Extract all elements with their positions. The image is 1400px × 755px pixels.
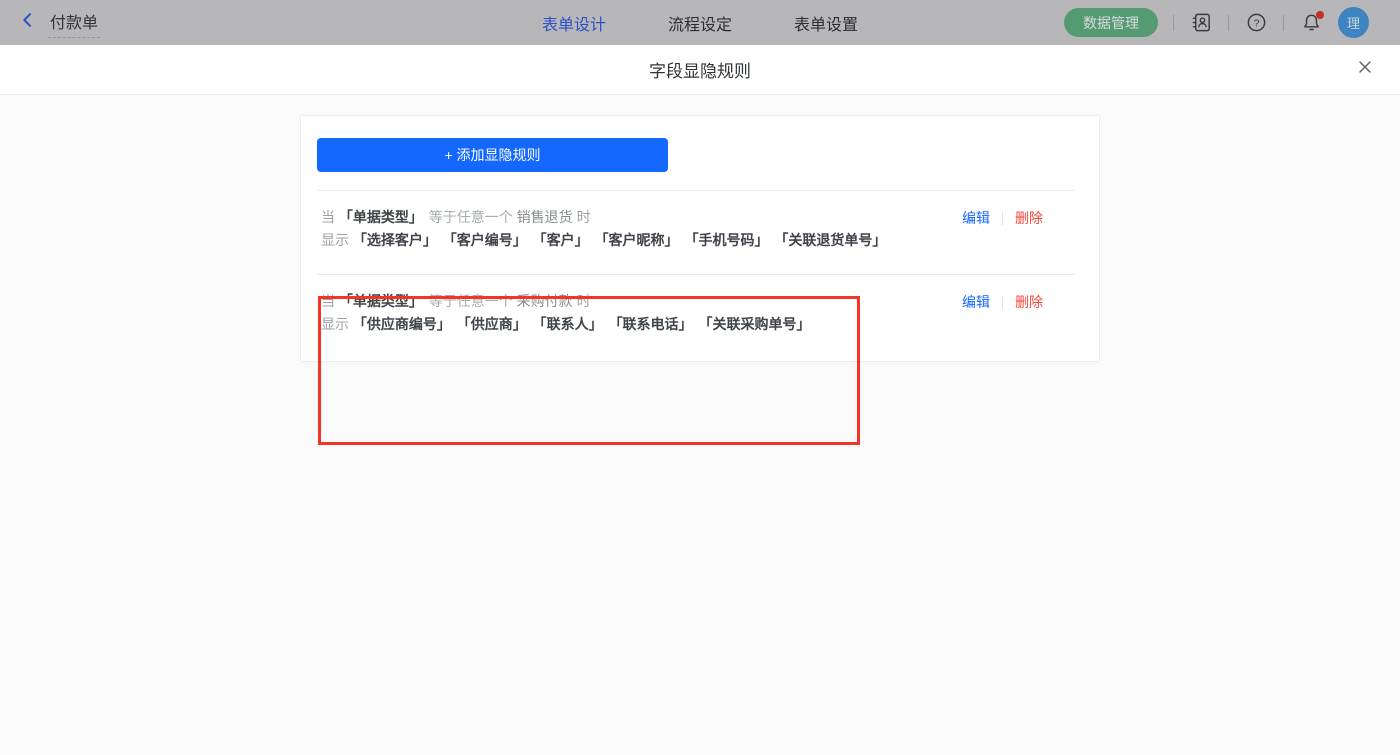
- rule-description: 当 「单据类型」 等于任意一个 采购付款 时 显示 「供应商编号」 「供应商」 …: [321, 290, 962, 336]
- show-prefix: 显示: [321, 316, 349, 332]
- shown-field: 「客户昵称」: [595, 232, 679, 248]
- when-prefix: 当: [321, 209, 335, 225]
- edit-rule-link[interactable]: 编辑: [962, 292, 990, 312]
- close-button[interactable]: [1352, 57, 1378, 83]
- show-prefix: 显示: [321, 232, 349, 248]
- rules-card: + 添加显隐规则 当 「单据类型」 等于任意一个 销售退货 时 显示 「选择客户…: [300, 115, 1100, 362]
- divider: [1002, 296, 1003, 309]
- shown-field: 「联系人」: [533, 316, 603, 332]
- address-book-icon: [1190, 11, 1213, 34]
- rule-actions: 编辑 删除: [962, 292, 1043, 312]
- close-icon: [1355, 57, 1375, 82]
- rule-show-line: 显示 「供应商编号」 「供应商」 「联系人」 「联系电话」 「关联采购单号」: [321, 313, 962, 336]
- modal-body: + 添加显隐规则 当 「单据类型」 等于任意一个 销售退货 时 显示 「选择客户…: [0, 95, 1400, 755]
- when-suffix: 时: [577, 209, 591, 225]
- shown-field: 「客户」: [533, 232, 589, 248]
- rule-row: 当 「单据类型」 等于任意一个 采购付款 时 显示 「供应商编号」 「供应商」 …: [301, 274, 1099, 362]
- rule-actions: 编辑 删除: [962, 208, 1043, 228]
- shown-field: 「关联退货单号」: [774, 232, 886, 248]
- question-circle-icon: ?: [1245, 11, 1268, 34]
- condition-value: 采购付款: [517, 293, 573, 309]
- operator: 等于任意一个: [429, 293, 513, 309]
- rule-condition-line: 当 「单据类型」 等于任意一个 销售退货 时: [321, 206, 962, 229]
- shown-field: 「选择客户」: [353, 232, 437, 248]
- add-rule-button[interactable]: + 添加显隐规则: [317, 138, 668, 172]
- divider: [1002, 212, 1003, 225]
- topbar: 付款单 表单设计 流程设定 表单设置 数据管理: [0, 0, 1400, 45]
- rule-show-line: 显示 「选择客户」 「客户编号」 「客户」 「客户昵称」 「手机号码」 「关联退…: [321, 229, 962, 252]
- condition-field: 「单据类型」: [339, 209, 423, 225]
- when-prefix: 当: [321, 293, 335, 309]
- help-button[interactable]: ?: [1244, 11, 1268, 35]
- when-suffix: 时: [577, 293, 591, 309]
- shown-field: 「供应商」: [457, 316, 527, 332]
- divider: [1283, 15, 1284, 31]
- topbar-right: 数据管理 ?: [1064, 7, 1400, 38]
- tab-form-settings[interactable]: 表单设置: [794, 11, 858, 35]
- operator: 等于任意一个: [429, 209, 513, 225]
- notifications-button[interactable]: [1299, 11, 1323, 35]
- rule-row: 当 「单据类型」 等于任意一个 销售退货 时 显示 「选择客户」 「客户编号」 …: [301, 190, 1099, 274]
- divider: [1173, 15, 1174, 31]
- contacts-button[interactable]: [1189, 11, 1213, 35]
- tab-process-settings[interactable]: 流程设定: [668, 11, 732, 35]
- chevron-left-icon: [18, 10, 38, 35]
- avatar[interactable]: 理: [1338, 7, 1369, 38]
- shown-field: 「供应商编号」: [353, 316, 451, 332]
- modal-title: 字段显隐规则: [649, 57, 751, 82]
- condition-value: 销售退货: [517, 209, 573, 225]
- shown-field: 「手机号码」: [684, 232, 768, 248]
- delete-rule-link[interactable]: 删除: [1015, 292, 1043, 312]
- topbar-tabs: 表单设计 流程设定 表单设置: [542, 0, 858, 45]
- shown-field: 「客户编号」: [443, 232, 527, 248]
- tab-form-design[interactable]: 表单设计: [542, 11, 606, 35]
- back-button[interactable]: [18, 10, 38, 35]
- delete-rule-link[interactable]: 删除: [1015, 208, 1043, 228]
- divider: [1228, 15, 1229, 31]
- shown-field: 「联系电话」: [609, 316, 693, 332]
- data-manage-button[interactable]: 数据管理: [1064, 8, 1158, 37]
- modal-header: 字段显隐规则: [0, 45, 1400, 95]
- rule-description: 当 「单据类型」 等于任意一个 销售退货 时 显示 「选择客户」 「客户编号」 …: [321, 206, 962, 252]
- svg-text:?: ?: [1253, 17, 1259, 29]
- form-title[interactable]: 付款单: [48, 7, 100, 38]
- condition-field: 「单据类型」: [339, 293, 423, 309]
- edit-rule-link[interactable]: 编辑: [962, 208, 990, 228]
- notification-badge: [1316, 11, 1324, 19]
- shown-field: 「关联采购单号」: [698, 316, 810, 332]
- topbar-left: 付款单: [18, 7, 100, 38]
- rule-condition-line: 当 「单据类型」 等于任意一个 采购付款 时: [321, 290, 962, 313]
